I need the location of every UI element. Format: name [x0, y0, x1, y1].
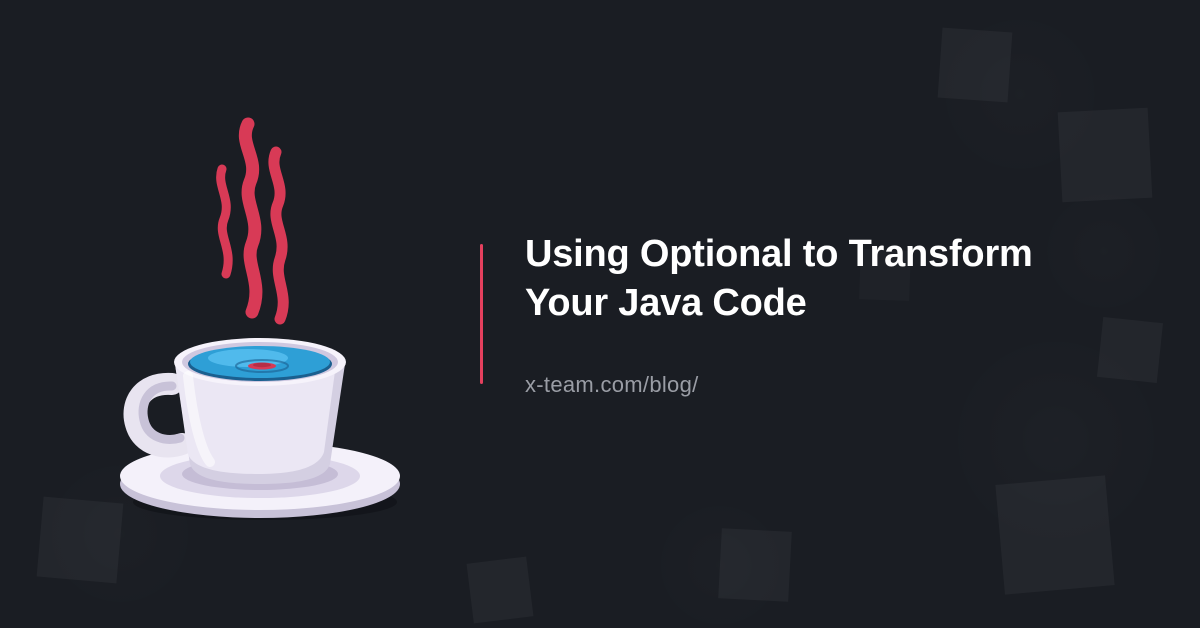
content-block: Using Optional to Transform Your Java Co… — [440, 230, 1120, 397]
text-block: Using Optional to Transform Your Java Co… — [525, 230, 1120, 397]
steam-icon — [221, 124, 284, 319]
main-container: Using Optional to Transform Your Java Co… — [0, 0, 1200, 628]
java-coffee-cup-icon — [100, 104, 420, 524]
site-url: x-team.com/blog/ — [525, 372, 1120, 398]
illustration-wrapper — [80, 0, 440, 628]
page-title: Using Optional to Transform Your Java Co… — [525, 230, 1120, 327]
accent-divider — [480, 244, 483, 384]
